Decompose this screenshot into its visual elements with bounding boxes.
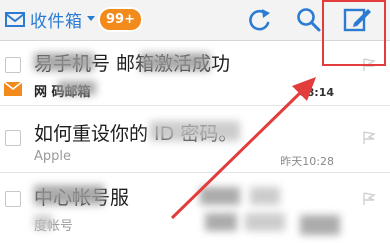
redaction-blur [245, 213, 285, 231]
search-icon[interactable] [295, 6, 323, 38]
select-checkbox[interactable] [5, 191, 21, 207]
select-checkbox[interactable] [5, 57, 21, 73]
chevron-down-icon[interactable] [87, 16, 95, 21]
list-item[interactable]: 中心帐号服 度帐号 [0, 173, 390, 243]
redaction-blur [34, 185, 104, 205]
redaction-blur [250, 187, 280, 205]
redaction-blur [140, 53, 210, 71]
flag-icon[interactable] [362, 130, 376, 149]
highlight-box [322, 0, 386, 66]
message-time: 08:14 [298, 86, 334, 99]
redaction-blur [34, 215, 52, 229]
folder-title[interactable]: 收件箱 [30, 7, 83, 32]
envelope-icon [4, 8, 26, 34]
list-item[interactable]: 如何重设你的 ID 密码。 Apple 昨天10:28 [0, 106, 390, 173]
redaction-blur [205, 213, 237, 231]
redaction-blur [150, 121, 240, 141]
flag-icon[interactable] [362, 191, 376, 210]
message-time: 昨天10:28 [280, 155, 334, 168]
unread-mail-icon [3, 81, 23, 100]
redaction-blur [200, 187, 240, 205]
redaction-blur [58, 81, 96, 95]
unread-count-badge: 99+ [98, 7, 143, 32]
redaction-blur [34, 53, 94, 71]
refresh-icon[interactable] [246, 6, 274, 38]
select-checkbox[interactable] [5, 130, 21, 146]
redaction-blur [300, 215, 340, 235]
message-sender: Apple [34, 149, 72, 164]
